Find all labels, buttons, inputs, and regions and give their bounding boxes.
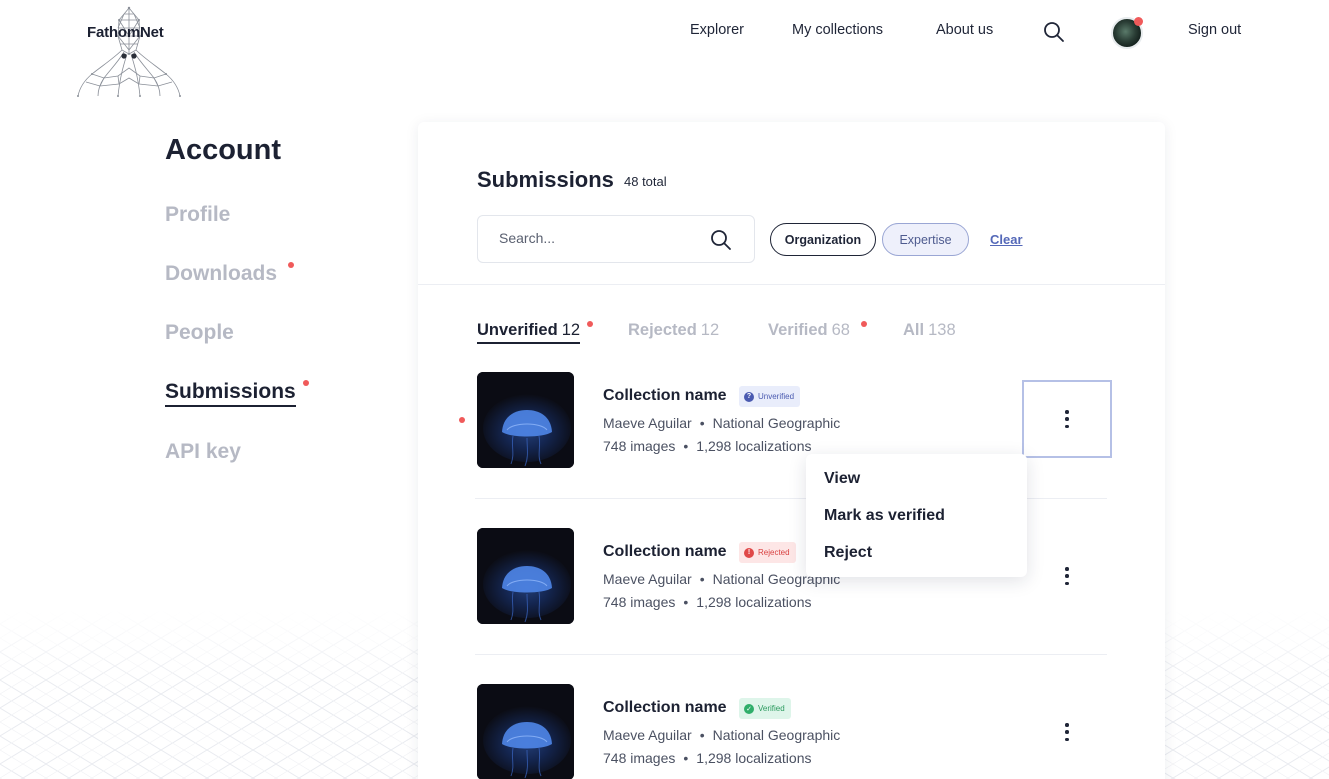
search-input[interactable] [499, 230, 699, 246]
collection-name[interactable]: Collection name [603, 699, 727, 717]
author-name: Maeve Aguilar [603, 571, 692, 587]
menu-item-mark-verified[interactable]: Mark as verified [806, 505, 1027, 542]
collection-name[interactable]: Collection name [603, 543, 727, 561]
user-avatar[interactable] [1111, 17, 1143, 49]
separator: • [683, 750, 689, 766]
sidebar-item-profile[interactable]: Profile [165, 203, 230, 227]
tab-label: Rejected [628, 321, 697, 339]
more-vertical-icon [1065, 723, 1069, 741]
sign-out-link[interactable]: Sign out [1188, 22, 1241, 42]
more-vertical-icon [1065, 567, 1069, 585]
collection-name[interactable]: Collection name [603, 387, 727, 405]
localization-count: 1,298 localizations [696, 594, 812, 610]
author-name: Maeve Aguilar [603, 415, 692, 431]
status-badge: ! Rejected [739, 542, 796, 563]
total-count: 48 total [624, 174, 667, 189]
nav-my-collections-link[interactable]: My collections [792, 22, 883, 42]
downloads-notification-dot [288, 262, 294, 268]
localization-count: 1,298 localizations [696, 438, 812, 454]
organization-name: National Geographic [712, 415, 841, 431]
sidebar-item-api-key[interactable]: API key [165, 440, 241, 464]
unread-row-dot [459, 417, 465, 423]
search-icon[interactable] [1043, 21, 1065, 43]
unverified-notification-dot [587, 321, 593, 327]
author-name: Maeve Aguilar [603, 727, 692, 743]
tab-label: Verified [768, 321, 828, 339]
menu-item-reject[interactable]: Reject [806, 542, 1027, 579]
row-stats-line: 748 images • 1,298 localizations [603, 438, 811, 454]
sidebar-item-people[interactable]: People [165, 321, 234, 345]
row-author-line: Maeve Aguilar • National Geographic [603, 727, 840, 743]
separator: • [683, 594, 689, 610]
collection-thumbnail[interactable] [477, 684, 574, 779]
image-count: 748 images [603, 750, 676, 766]
tab-count: 12 [700, 321, 720, 339]
separator: • [699, 571, 705, 587]
submissions-notification-dot [303, 380, 309, 386]
jellyfish-image [477, 684, 574, 779]
tab-all[interactable]: All 138 [903, 321, 956, 340]
row-actions-button[interactable] [1022, 537, 1112, 615]
row-stats-line: 748 images • 1,298 localizations [603, 750, 811, 766]
sidebar-item-downloads[interactable]: Downloads [165, 262, 277, 286]
expertise-filter-chip[interactable]: Expertise [882, 223, 969, 256]
row-actions-button[interactable] [1022, 380, 1112, 458]
organization-name: National Geographic [712, 727, 841, 743]
tab-count: 12 [561, 321, 581, 339]
jellyfish-image [477, 372, 574, 468]
tab-rejected[interactable]: Rejected 12 [628, 321, 719, 340]
tab-count: 68 [831, 321, 850, 339]
verified-notification-dot [861, 321, 867, 327]
sidebar-title: Account [165, 134, 281, 166]
separator: • [699, 415, 705, 431]
logo-text: FathomNet [87, 24, 164, 41]
status-label: Rejected [758, 548, 790, 557]
jellyfish-image [477, 528, 574, 624]
tab-label: All [903, 321, 925, 339]
question-icon: ? [744, 391, 754, 402]
notification-dot [1134, 17, 1143, 26]
status-badge: ✓ Verified [739, 698, 791, 719]
status-label: Verified [758, 704, 785, 713]
status-badge: ? Unverified [739, 386, 801, 407]
clear-filters-link[interactable]: Clear [990, 232, 1023, 247]
nav-about-link[interactable]: About us [936, 22, 993, 42]
image-count: 748 images [603, 594, 676, 610]
row-divider [475, 654, 1107, 655]
fathomnet-logo[interactable]: FathomNet [74, 6, 184, 100]
header-divider [418, 284, 1165, 285]
tab-unverified[interactable]: Unverified 12 [477, 321, 581, 344]
search-icon[interactable] [710, 229, 732, 251]
separator: • [699, 727, 705, 743]
search-box [477, 215, 755, 263]
tab-count: 138 [928, 321, 956, 339]
sidebar-item-submissions[interactable]: Submissions [165, 380, 296, 407]
row-author-line: Maeve Aguilar • National Geographic [603, 571, 840, 587]
list-item: Collection name ✓ Verified Maeve Aguilar •… [477, 684, 1107, 779]
organization-filter-chip[interactable]: Organization [770, 223, 876, 256]
tab-label: Unverified [477, 321, 558, 339]
check-icon: ✓ [744, 703, 754, 714]
nav-explorer-link[interactable]: Explorer [690, 22, 744, 42]
status-label: Unverified [758, 392, 795, 401]
menu-item-view[interactable]: View [806, 468, 1027, 505]
alert-icon: ! [744, 547, 754, 558]
image-count: 748 images [603, 438, 676, 454]
row-author-line: Maeve Aguilar • National Geographic [603, 415, 840, 431]
page-title: Submissions [477, 167, 614, 192]
more-vertical-icon [1065, 410, 1069, 428]
separator: • [683, 438, 689, 454]
squid-logo-icon [77, 6, 181, 97]
row-actions-button[interactable] [1022, 693, 1112, 771]
localization-count: 1,298 localizations [696, 750, 812, 766]
row-actions-menu: View Mark as verified Reject [806, 454, 1027, 577]
tab-verified[interactable]: Verified 68 [768, 321, 850, 340]
row-stats-line: 748 images • 1,298 localizations [603, 594, 811, 610]
collection-thumbnail[interactable] [477, 528, 574, 624]
submissions-card: Submissions 48 total Organization Expert… [418, 122, 1165, 779]
collection-thumbnail[interactable] [477, 372, 574, 468]
